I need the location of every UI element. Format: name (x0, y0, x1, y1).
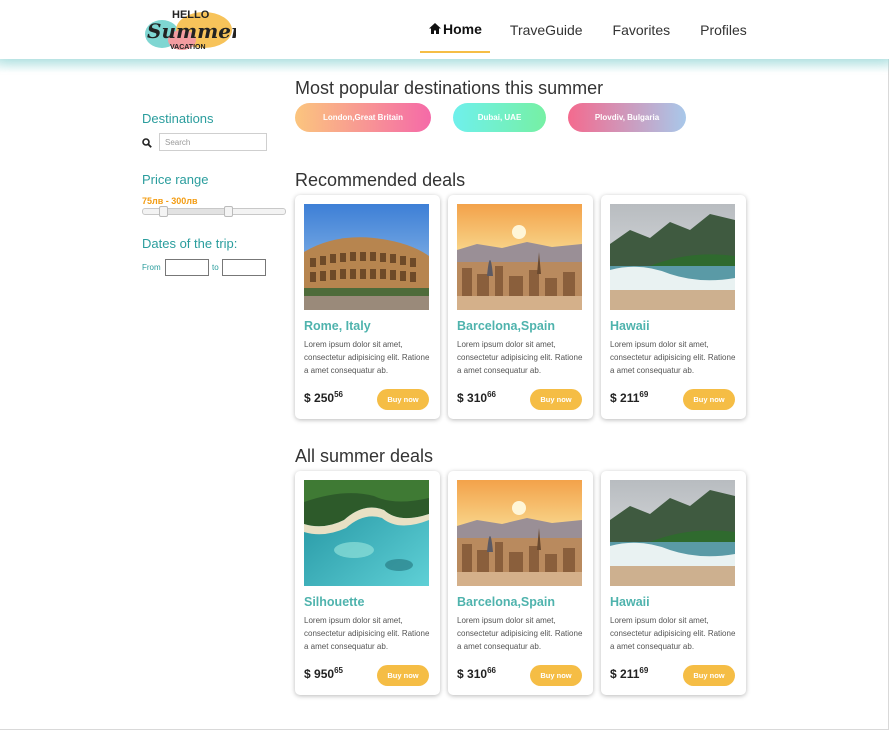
hello-summer-logo[interactable]: HELLO Summer VACATION (142, 4, 236, 52)
deal-description: Lorem ipsum dolor sit amet, consectetur … (610, 616, 736, 651)
destinations-heading: Destinations (142, 111, 214, 126)
deal-description: Lorem ipsum dolor sit amet, consectetur … (457, 616, 583, 651)
destination-pill-dubai[interactable]: Dubai, UAE (453, 103, 546, 132)
buy-now-button[interactable]: Buy now (377, 389, 429, 410)
header: HELLO Summer VACATION Home TraveGuide Fa… (0, 0, 889, 59)
svg-text:Summer: Summer (147, 19, 236, 43)
deal-card[interactable]: Barcelona,Spain Lorem ipsum dolor sit am… (448, 471, 593, 695)
buy-now-button[interactable]: Buy now (683, 665, 735, 686)
popular-title: Most popular destinations this summer (295, 78, 604, 98)
price-range-heading: Price range (142, 172, 209, 187)
nav-home-label: Home (443, 20, 482, 37)
island-aerial-image (304, 480, 429, 586)
deal-price: $ 25056 (304, 390, 343, 405)
deal-price: $ 31066 (457, 390, 496, 405)
destination-pill-plovdiv[interactable]: Plovdiv, Bulgaria (568, 103, 686, 132)
price-range-value: 75лв - 300лв (142, 196, 198, 206)
nav-home[interactable]: Home (420, 6, 490, 53)
destination-pill-london[interactable]: London,Great Britain (295, 103, 431, 132)
nav-favorites[interactable]: Favorites (603, 6, 681, 53)
price-whole: 310 (467, 391, 488, 405)
price-cents: 69 (639, 666, 649, 675)
currency-symbol: $ (610, 391, 617, 405)
price-cents: 66 (487, 666, 496, 675)
date-from-input[interactable] (165, 259, 209, 276)
deal-card[interactable]: Barcelona,Spain Lorem ipsum dolor sit am… (448, 195, 593, 419)
deal-description: Lorem ipsum dolor sit amet, consectetur … (304, 340, 430, 375)
price-whole: 250 (314, 391, 335, 405)
search-input[interactable] (159, 133, 267, 151)
city-sunset-image (457, 480, 582, 586)
date-to-input[interactable] (222, 259, 266, 276)
buy-now-button[interactable]: Buy now (683, 389, 735, 410)
deal-card[interactable]: Rome, Italy Lorem ipsum dolor sit amet, … (295, 195, 440, 419)
all-deals-title: All summer deals (295, 446, 434, 466)
search-icon (142, 138, 152, 148)
deal-title[interactable]: Rome, Italy (304, 319, 371, 333)
svg-text:VACATION: VACATION (170, 44, 206, 51)
price-whole: 211 (620, 667, 640, 681)
coast-image (610, 204, 735, 310)
deal-title[interactable]: Silhouette (304, 595, 364, 609)
deal-title[interactable]: Hawaii (610, 319, 650, 333)
deal-title[interactable]: Hawaii (610, 595, 650, 609)
header-shadow (0, 59, 889, 73)
deal-description: Lorem ipsum dolor sit amet, consectetur … (304, 616, 430, 651)
recommended-title: Recommended deals (295, 170, 466, 190)
deal-price: $ 21169 (610, 390, 648, 405)
deal-price: $ 95065 (304, 666, 343, 681)
page: HELLO Summer VACATION Home TraveGuide Fa… (0, 0, 889, 730)
currency-symbol: $ (457, 667, 464, 681)
currency-symbol: $ (610, 667, 617, 681)
price-slider[interactable] (142, 206, 286, 217)
city-sunset-image (457, 204, 582, 310)
home-icon (429, 23, 441, 34)
price-cents: 69 (639, 390, 649, 399)
price-cents: 56 (334, 390, 343, 399)
deal-description: Lorem ipsum dolor sit amet, consectetur … (610, 340, 736, 375)
price-slider-max-handle[interactable] (224, 206, 233, 217)
deal-title[interactable]: Barcelona,Spain (457, 595, 555, 609)
deal-card[interactable]: Silhouette Lorem ipsum dolor sit amet, c… (295, 471, 440, 695)
currency-symbol: $ (304, 667, 311, 681)
main-nav: Home TraveGuide Favorites Profiles (420, 0, 757, 59)
buy-now-button[interactable]: Buy now (530, 389, 582, 410)
date-to-label: to (212, 263, 219, 272)
buy-now-button[interactable]: Buy now (530, 665, 582, 686)
deal-price: $ 21169 (610, 666, 648, 681)
price-cents: 65 (334, 666, 343, 675)
date-from-label: From (142, 263, 161, 272)
price-whole: 310 (467, 667, 488, 681)
deal-description: Lorem ipsum dolor sit amet, consectetur … (457, 340, 583, 375)
buy-now-button[interactable]: Buy now (377, 665, 429, 686)
currency-symbol: $ (304, 391, 311, 405)
nav-profiles[interactable]: Profiles (690, 6, 757, 53)
deal-card[interactable]: Hawaii Lorem ipsum dolor sit amet, conse… (601, 195, 746, 419)
price-whole: 950 (314, 667, 335, 681)
nav-traveguide[interactable]: TraveGuide (500, 6, 593, 53)
price-whole: 211 (620, 391, 640, 405)
price-cents: 66 (487, 390, 496, 399)
coast-image (610, 480, 735, 586)
deal-card[interactable]: Hawaii Lorem ipsum dolor sit amet, conse… (601, 471, 746, 695)
price-slider-range (163, 209, 229, 214)
deal-title[interactable]: Barcelona,Spain (457, 319, 555, 333)
currency-symbol: $ (457, 391, 464, 405)
deal-price: $ 31066 (457, 666, 496, 681)
dates-heading: Dates of the trip: (142, 236, 238, 251)
colosseum-image (304, 204, 429, 310)
price-slider-min-handle[interactable] (159, 206, 168, 217)
